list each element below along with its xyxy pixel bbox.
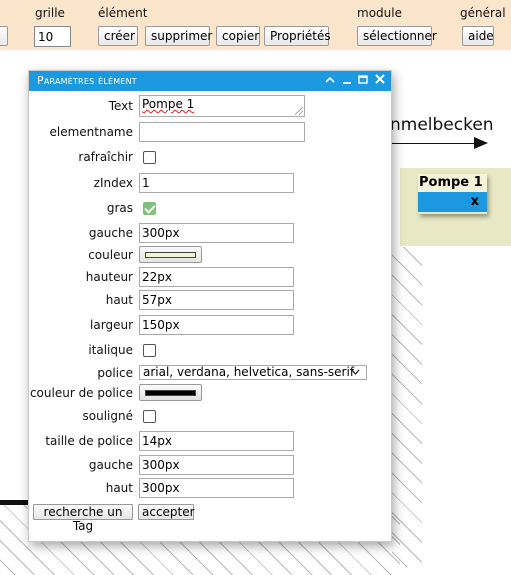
color-swatch (145, 252, 196, 258)
help-button[interactable]: aide (462, 26, 494, 46)
italic-label: italique (88, 343, 133, 357)
underline-checkbox[interactable] (143, 410, 156, 423)
chevron-up-icon[interactable] (323, 71, 337, 91)
element-group-label: élément (98, 6, 148, 20)
elementname-label: elementname (49, 125, 133, 139)
toolbar-button-cut-off[interactable] (0, 26, 8, 46)
font-label: police (97, 366, 133, 380)
minimize-icon[interactable] (340, 71, 354, 91)
search-tag-button[interactable]: recherche un Tag (33, 504, 133, 533)
color-picker-button[interactable] (139, 246, 202, 263)
pump-widget-close[interactable]: x (418, 192, 487, 212)
left-input[interactable]: 300px (139, 223, 294, 243)
dialog-title: Paramètres élément (37, 74, 137, 87)
font-color-label: couleur de police (29, 386, 133, 400)
top-label: haut (105, 293, 133, 307)
left-label-2: gauche (88, 458, 133, 472)
properties-button[interactable]: Propriétés (264, 26, 331, 46)
height-input[interactable]: 22px (139, 267, 294, 287)
text-textarea[interactable]: Pompe 1 (139, 95, 305, 117)
pump-widget[interactable]: Pompe 1 x (418, 174, 487, 214)
select-module-button[interactable]: sélectionner (357, 26, 437, 46)
font-size-label: taille de police (45, 434, 133, 448)
bold-label: gras (106, 201, 133, 215)
top-toolbar: grille élément créer supprimer copier Pr… (0, 0, 511, 50)
left-input-2[interactable]: 300px (139, 455, 294, 475)
font-size-input[interactable]: 14px (139, 431, 294, 451)
font-color-swatch (145, 390, 196, 396)
accept-button[interactable]: accepter (138, 504, 195, 520)
width-label: largeur (90, 318, 133, 332)
close-icon[interactable] (373, 71, 387, 91)
font-color-picker-button[interactable] (139, 384, 202, 401)
connector-line (392, 143, 478, 144)
text-value: Pompe 1 (142, 97, 195, 111)
italic-checkbox[interactable] (143, 344, 156, 357)
background-label: nmelbecken (390, 115, 494, 135)
general-group-label: général (460, 6, 506, 20)
refresh-checkbox[interactable] (143, 151, 156, 164)
elementname-input[interactable] (139, 122, 305, 142)
zindex-input[interactable]: 1 (139, 173, 294, 193)
delete-button[interactable]: supprimer (145, 26, 212, 46)
text-label: Text (108, 99, 133, 113)
maximize-icon[interactable] (356, 71, 370, 91)
top-input[interactable]: 57px (139, 290, 294, 310)
color-label: couleur (88, 248, 133, 262)
resize-grip-icon[interactable] (295, 107, 303, 115)
grid-size-input[interactable] (34, 26, 71, 47)
underline-label: souligné (82, 409, 133, 423)
left-label: gauche (88, 226, 133, 240)
height-label: hauteur (85, 270, 133, 284)
bold-checkbox[interactable] (143, 202, 156, 215)
font-select-value: arial, verdana, helvetica, sans-serif (143, 365, 355, 379)
create-button[interactable]: créer (98, 26, 138, 46)
copy-button[interactable]: copier (216, 26, 260, 46)
grid-group-label: grille (35, 6, 65, 20)
chevron-down-icon (351, 366, 360, 379)
font-select[interactable]: arial, verdana, helvetica, sans-serif (139, 365, 367, 380)
refresh-label: rafraîchir (78, 150, 133, 164)
zindex-label: zIndex (93, 176, 133, 190)
element-settings-dialog: Paramètres élément Text Pompe 1 elementn… (28, 70, 392, 542)
top-label-2: haut (105, 481, 133, 495)
arrow-head-icon (474, 137, 488, 149)
dialog-titlebar[interactable]: Paramètres élément (29, 71, 391, 91)
width-input[interactable]: 150px (139, 315, 294, 335)
module-group-label: module (357, 6, 402, 20)
pump-widget-title: Pompe 1 (418, 174, 487, 192)
top-input-2[interactable]: 300px (139, 478, 294, 498)
